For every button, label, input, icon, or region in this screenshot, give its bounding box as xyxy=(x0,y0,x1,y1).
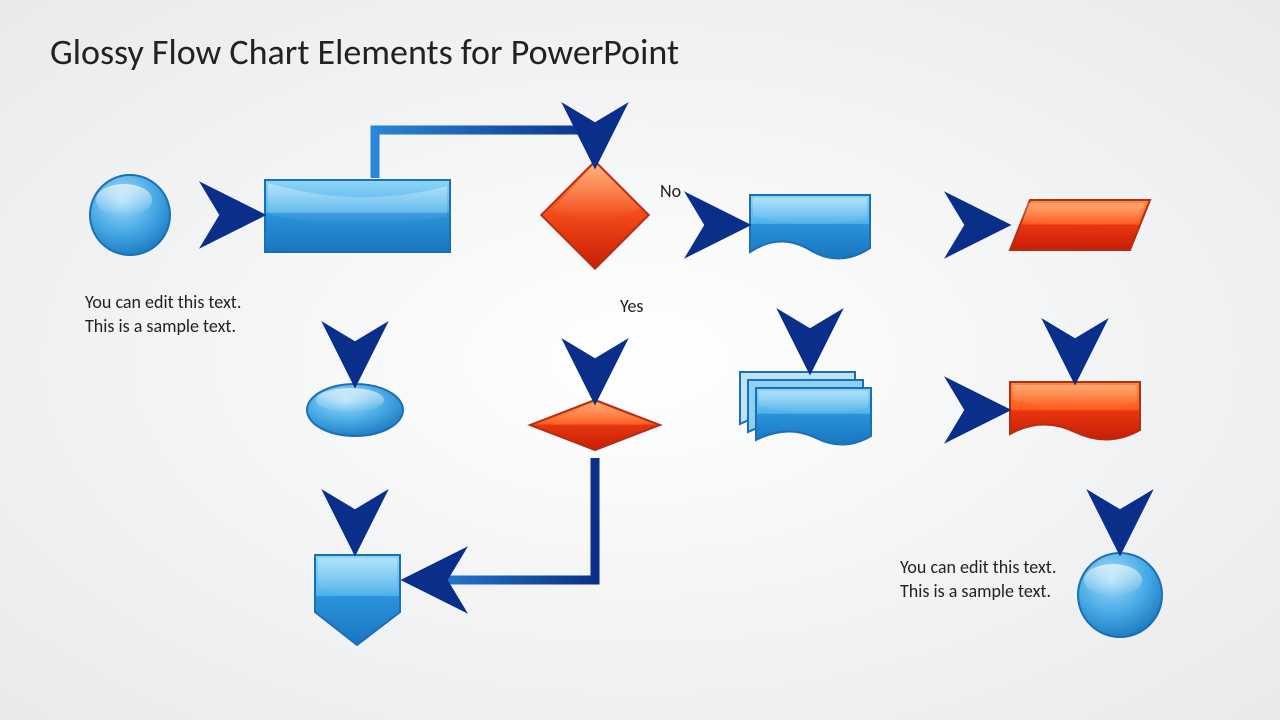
node-end-terminator xyxy=(1078,553,1162,637)
node-ellipse xyxy=(307,384,403,436)
flowchart-canvas xyxy=(0,0,1280,720)
slide: Glossy Flow Chart Elements for PowerPoin… xyxy=(0,0,1280,720)
node-input-output xyxy=(1010,200,1150,250)
arrow-flatdec-offpage xyxy=(414,458,595,580)
node-multi-document xyxy=(740,372,871,445)
node-off-page xyxy=(315,555,400,645)
node-decision-flat xyxy=(530,400,660,450)
node-decision xyxy=(541,161,648,268)
node-start-terminator xyxy=(90,175,170,255)
node-document-orange xyxy=(1010,382,1140,440)
node-process xyxy=(265,180,450,252)
node-document-blue xyxy=(750,195,870,259)
arrow-process-decision-loop xyxy=(375,130,595,178)
